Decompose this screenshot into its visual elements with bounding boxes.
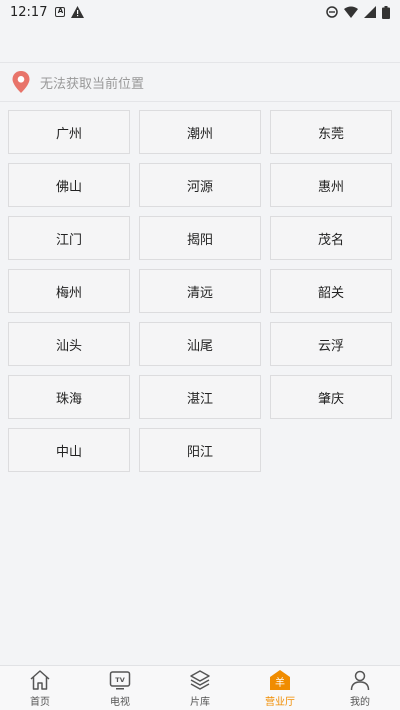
tv-icon-text: TV (115, 676, 124, 684)
notification-a-icon: A (55, 7, 66, 17)
dnd-icon (326, 6, 338, 18)
tab-library[interactable]: 片库 (160, 669, 240, 708)
tab-tv[interactable]: TV 电视 (80, 669, 160, 708)
tab-business-hall-label: 营业厅 (265, 696, 295, 708)
status-bar: 12:17 A (0, 0, 400, 24)
city-item[interactable]: 中山 (8, 428, 130, 472)
city-item[interactable]: 汕头 (8, 322, 130, 366)
city-item[interactable]: 江门 (8, 216, 130, 260)
city-grid: 广州 潮州 东莞 佛山 河源 惠州 江门 揭阳 茂名 梅州 清远 韶关 汕头 汕… (8, 110, 392, 472)
city-item[interactable]: 珠海 (8, 375, 130, 419)
location-pin-icon (12, 71, 30, 93)
tab-tv-label: 电视 (110, 696, 130, 708)
city-item[interactable]: 肇庆 (270, 375, 392, 419)
city-item[interactable]: 潮州 (139, 110, 261, 154)
header-area (0, 24, 400, 62)
tab-home-label: 首页 (30, 696, 50, 708)
battery-icon (382, 5, 390, 19)
city-item[interactable]: 清远 (139, 269, 261, 313)
tab-profile-label: 我的 (350, 696, 370, 708)
city-item[interactable]: 东莞 (270, 110, 392, 154)
location-status-text: 无法获取当前位置 (40, 76, 145, 92)
city-item[interactable]: 汕尾 (139, 322, 261, 366)
home-icon (30, 669, 50, 690)
city-item[interactable]: 湛江 (139, 375, 261, 419)
wifi-icon (344, 6, 358, 18)
status-time: 12:17 (10, 4, 48, 20)
business-hall-icon: 羊 (270, 669, 290, 690)
city-item[interactable]: 梅州 (8, 269, 130, 313)
layers-icon (190, 669, 210, 690)
city-item[interactable]: 广州 (8, 110, 130, 154)
city-item[interactable]: 阳江 (139, 428, 261, 472)
city-item[interactable]: 惠州 (270, 163, 392, 207)
city-item[interactable]: 云浮 (270, 322, 392, 366)
city-item[interactable]: 韶关 (270, 269, 392, 313)
city-item[interactable]: 佛山 (8, 163, 130, 207)
tv-icon: TV (109, 670, 131, 689)
location-bar[interactable]: 无法获取当前位置 (0, 62, 400, 102)
tab-business-hall[interactable]: 羊 营业厅 (240, 669, 320, 708)
city-item[interactable]: 茂名 (270, 216, 392, 260)
tab-profile[interactable]: 我的 (320, 669, 400, 708)
signal-icon (364, 6, 376, 18)
tab-home[interactable]: 首页 (0, 669, 80, 708)
business-hall-icon-text: 羊 (275, 676, 285, 689)
warning-icon (71, 6, 85, 18)
bottom-tab-bar: 首页 TV 电视 片库 羊 营业厅 我的 (0, 665, 400, 710)
city-item[interactable]: 河源 (139, 163, 261, 207)
city-item[interactable]: 揭阳 (139, 216, 261, 260)
tab-library-label: 片库 (190, 696, 210, 708)
user-icon (350, 670, 370, 690)
